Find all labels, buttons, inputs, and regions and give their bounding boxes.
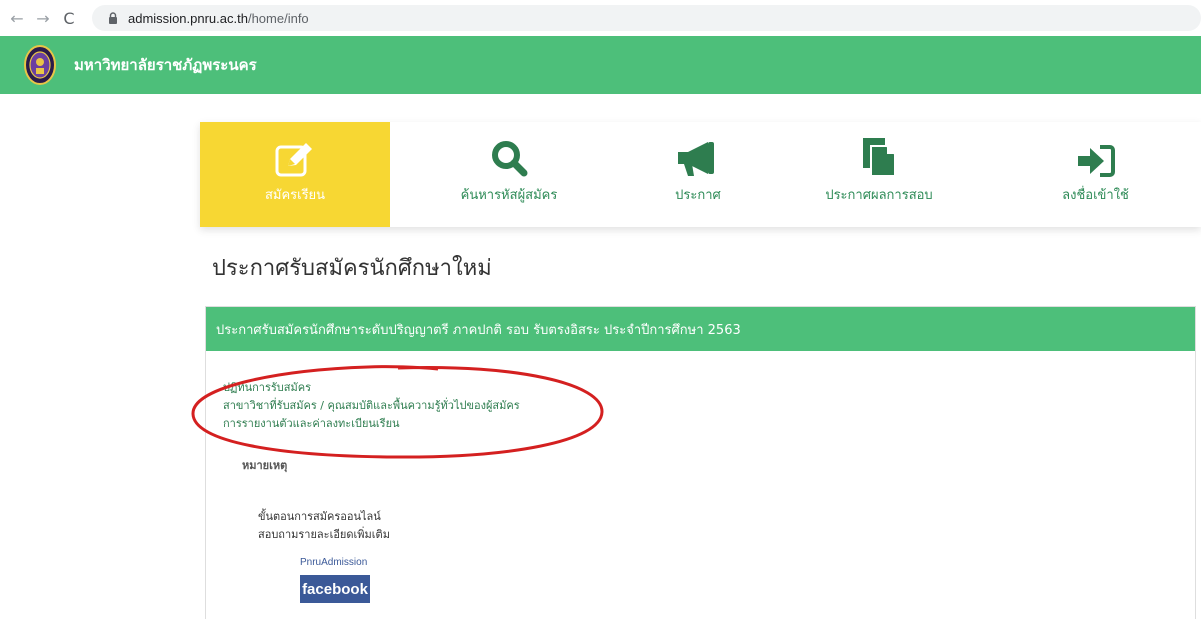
panel-heading-text: ประกาศรับสมัครนักศึกษาระดับปริญญาตรี ภาค…: [216, 322, 741, 338]
facebook-button[interactable]: facebook: [300, 575, 370, 603]
menu-label-login: ลงชื่อเข้าใช้: [1062, 188, 1129, 203]
url-host: admission.pnru.ac.th: [128, 10, 248, 26]
search-icon: [489, 138, 529, 178]
menu-label-announcement: ประกาศ: [675, 188, 721, 203]
document-icon: [861, 136, 897, 178]
menu-item-announcement[interactable]: ประกาศ: [628, 122, 768, 227]
edit-icon: [274, 140, 316, 178]
facebook-logo-text: facebook: [302, 580, 368, 598]
menu-label-search-applicant: ค้นหารหัสผู้สมัคร: [460, 188, 558, 203]
university-logo-icon[interactable]: [22, 43, 58, 87]
menu-label-apply: สมัครเรียน: [264, 188, 326, 203]
link-online-steps[interactable]: ขั้นตอนการสมัครออนไลน์: [258, 508, 390, 526]
menu-item-login[interactable]: ลงชื่อเข้าใช้: [990, 122, 1201, 227]
url-text: admission.pnru.ac.th/home/info: [128, 11, 309, 26]
link-more-info[interactable]: สอบถามรายละเอียดเพิ่มเติม: [258, 526, 390, 544]
menu-item-search-applicant[interactable]: ค้นหารหัสผู้สมัคร: [390, 122, 628, 227]
site-name[interactable]: มหาวิทยาลัยราชภัฏพระนคร: [74, 53, 257, 77]
menu-item-apply[interactable]: สมัครเรียน: [200, 122, 390, 227]
facebook-page-name: PnruAdmission: [300, 557, 368, 568]
page-title: ประกาศรับสมัครนักศึกษาใหม่: [212, 256, 492, 281]
menu-label-exam-results: ประกาศผลการสอบ: [825, 188, 933, 203]
panel-heading: ประกาศรับสมัครนักศึกษาระดับปริญญาตรี ภาค…: [206, 307, 1195, 351]
lock-icon: [106, 11, 120, 25]
site-header: มหาวิทยาลัยราชภัฏพระนคร: [0, 36, 1201, 94]
address-bar[interactable]: admission.pnru.ac.th/home/info: [92, 5, 1201, 31]
back-button[interactable]: ←: [4, 5, 30, 31]
reload-button[interactable]: C: [56, 5, 82, 31]
main-menu: สมัครเรียน ค้นหารหัสผู้สมัคร ประกาศ ประก…: [200, 122, 1201, 227]
url-path: /home/info: [247, 10, 309, 26]
sign-in-icon: [1076, 144, 1116, 178]
forward-button[interactable]: →: [30, 5, 56, 31]
browser-toolbar: ← → C admission.pnru.ac.th/home/info: [0, 0, 1201, 36]
megaphone-icon: [674, 138, 722, 178]
menu-item-exam-results[interactable]: ประกาศผลการสอบ: [768, 122, 990, 227]
red-circle-annotation: [191, 365, 604, 459]
note-links: ขั้นตอนการสมัครออนไลน์ สอบถามรายละเอียดเ…: [258, 508, 390, 544]
announcement-panel: ประกาศรับสมัครนักศึกษาระดับปริญญาตรี ภาค…: [205, 306, 1196, 619]
